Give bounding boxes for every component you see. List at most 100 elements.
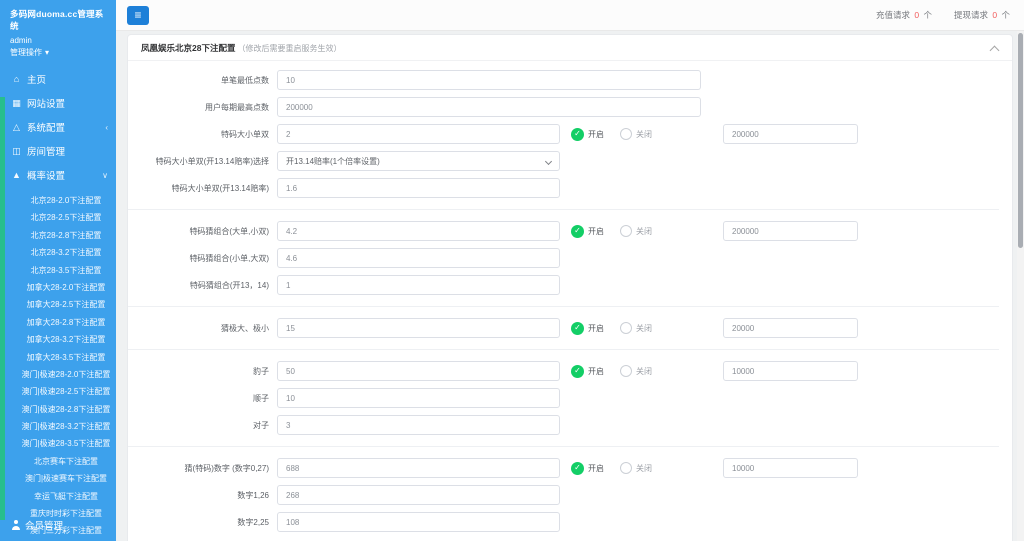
sidebar-toggle-button[interactable]: ≡ [127, 5, 149, 25]
toggle-group: ✓ 开启 关闭 [571, 127, 723, 141]
field-input[interactable] [277, 318, 560, 338]
sidebar-item-probability-settings[interactable]: ▲ 概率设置 ∨ [0, 163, 116, 187]
sidebar-subitem[interactable]: 加拿大28-3.2下注配置 [0, 331, 116, 348]
topbar: ≡ 充值请求 0 个 提现请求 0 个 [116, 0, 1024, 31]
sidebar-subitem[interactable]: 澳门|极速28-2.5下注配置 [0, 383, 116, 400]
home-icon: ⌂ [13, 74, 20, 84]
check-icon: ✓ [574, 129, 581, 138]
form-row: 特码大小单双 ✓ 开启 关闭 [128, 124, 999, 144]
limit-input[interactable] [723, 458, 858, 478]
field-input[interactable] [277, 512, 560, 532]
field-input[interactable] [277, 248, 560, 268]
radio-on-checked[interactable]: ✓ [571, 461, 584, 475]
field-select[interactable]: 开13.14赔率(1个倍率设置) [277, 151, 560, 171]
check-icon: ✓ [574, 463, 581, 472]
radio-off-unchecked[interactable] [620, 462, 632, 474]
select-value: 开13.14赔率(1个倍率设置) [286, 156, 380, 166]
chevron-down-icon: ∨ [102, 170, 108, 180]
content-area: 凤凰娱乐北京28下注配置 （修改后需要重启服务生效） 单笔最低点数 用户每期最高… [116, 31, 1024, 541]
radio-off-unchecked[interactable] [620, 128, 632, 140]
sidebar-item-label: 房间管理 [27, 147, 66, 158]
hamburger-icon: ≡ [134, 8, 142, 22]
radio-on-checked[interactable]: ✓ [571, 364, 584, 378]
chevron-left-icon: ‹ [105, 122, 108, 132]
sidebar-subitem[interactable]: 北京28-2.0下注配置 [0, 192, 116, 209]
sidebar-subitem[interactable]: 加拿大28-2.0下注配置 [0, 279, 116, 296]
sidebar-item-home[interactable]: ⌂ 主页 [0, 67, 116, 91]
withdraw-requests-label: 提现请求 [953, 10, 988, 20]
panel-subtitle: （修改后需要重启服务生效） [237, 43, 342, 53]
form-row: 特码大小单双(开13.14赔率) [128, 178, 999, 198]
sidebar-subitem[interactable]: 澳门|极速28-2.0下注配置 [0, 366, 116, 383]
section-divider [128, 306, 999, 307]
toggle-off-label: 关闭 [636, 129, 652, 139]
sidebar-subitem[interactable]: 幸运飞艇下注配置 [0, 488, 116, 505]
limit-input[interactable] [723, 221, 858, 241]
toggle-on-label: 开启 [588, 129, 604, 139]
sidebar-subitem[interactable]: 北京28-2.5下注配置 [0, 209, 116, 226]
sidebar-subitem[interactable]: 北京赛车下注配置 [0, 453, 116, 470]
limit-input[interactable] [723, 124, 858, 144]
toggle-group: ✓ 开启 关闭 [571, 364, 723, 378]
radio-off-unchecked[interactable] [620, 365, 632, 377]
radio-off-unchecked[interactable] [620, 225, 632, 237]
form-row: 猜极大、极小 ✓ 开启 关闭 [128, 318, 999, 338]
sidebar-item-members[interactable]: 会员管理 [0, 513, 116, 537]
limit-input[interactable] [723, 361, 858, 381]
field-input[interactable] [277, 275, 560, 295]
sidebar-subitem[interactable]: 北京28-3.2下注配置 [0, 244, 116, 261]
field-label: 豹子 [253, 366, 269, 376]
admin-actions-dropdown[interactable]: 管理操作 ▾ [0, 45, 116, 62]
field-input[interactable] [277, 388, 560, 408]
field-input[interactable] [277, 70, 701, 90]
sidebar-item-room-management[interactable]: ◫ 房间管理 [0, 139, 116, 163]
toggle-off-label: 关闭 [636, 366, 652, 376]
field-input[interactable] [277, 97, 701, 117]
sidebar-item-site-settings[interactable]: ▦ 网站设置 [0, 91, 116, 115]
sidebar: 多码网duoma.cc管理系统 admin 管理操作 ▾ ⌂ 主页 ▦ 网站设置… [0, 0, 116, 541]
field-input[interactable] [277, 178, 560, 198]
radio-on-checked[interactable]: ✓ [571, 321, 584, 335]
sidebar-subitem[interactable]: 北京28-3.5下注配置 [0, 262, 116, 279]
sidebar-subitem[interactable]: 加拿大28-3.5下注配置 [0, 349, 116, 366]
field-input[interactable] [277, 415, 560, 435]
sidebar-item-label: 会员管理 [25, 521, 64, 532]
sidebar-item-label: 主页 [27, 75, 47, 86]
sidebar-subitem[interactable]: 加拿大28-2.8下注配置 [0, 314, 116, 331]
check-icon: ✓ [574, 226, 581, 235]
field-input[interactable] [277, 361, 560, 381]
system-config-icon: △ [13, 121, 20, 132]
withdraw-requests-link[interactable]: 提现请求 0 个 [954, 9, 1010, 21]
sidebar-item-system-config[interactable]: △ 系统配置 ‹ [0, 115, 116, 139]
radio-on-checked[interactable]: ✓ [571, 224, 584, 238]
sidebar-subitem[interactable]: 澳门|极速赛车下注配置 [0, 470, 116, 487]
recharge-requests-link[interactable]: 充值请求 0 个 [876, 9, 932, 21]
field-label: 数字2,25 [237, 517, 269, 527]
field-label: 猜(特码)数字 (数字0,27) [184, 463, 269, 473]
sidebar-subitem[interactable]: 北京28-2.8下注配置 [0, 227, 116, 244]
form-row: 特码猜组合(开13，14) [128, 275, 999, 295]
radio-on-checked[interactable]: ✓ [571, 127, 584, 141]
form-body: 单笔最低点数 用户每期最高点数 特码大小单双 ✓ 开启 关闭 特码大小单双(开1… [128, 61, 1012, 541]
sidebar-subitem[interactable]: 澳门|极速28-3.2下注配置 [0, 418, 116, 435]
scrollbar-thumb[interactable] [1018, 33, 1023, 248]
sidebar-subitem[interactable]: 澳门|极速28-2.8下注配置 [0, 401, 116, 418]
recharge-requests-unit: 个 [923, 10, 932, 20]
panel-header: 凤凰娱乐北京28下注配置 （修改后需要重启服务生效） [128, 35, 1012, 61]
field-input[interactable] [277, 124, 560, 144]
collapse-chevron-up-icon[interactable] [989, 45, 1000, 55]
brand-title: 多码网duoma.cc管理系统 [10, 9, 104, 31]
vertical-scrollbar[interactable] [1017, 31, 1024, 541]
sidebar-subitem[interactable]: 加拿大28-2.5下注配置 [0, 296, 116, 313]
limit-input[interactable] [723, 318, 858, 338]
field-input[interactable] [277, 458, 560, 478]
sidebar-submenu: 北京28-2.0下注配置 北京28-2.5下注配置 北京28-2.8下注配置 北京28… [0, 187, 116, 541]
person-icon [10, 520, 21, 530]
sidebar-subitem[interactable]: 澳门|极速28-3.5下注配置 [0, 435, 116, 452]
field-label: 顺子 [253, 393, 269, 403]
field-input[interactable] [277, 485, 560, 505]
withdraw-requests-count: 0 [992, 10, 998, 20]
field-input[interactable] [277, 221, 560, 241]
radio-off-unchecked[interactable] [620, 322, 632, 334]
field-label: 对子 [253, 420, 269, 430]
